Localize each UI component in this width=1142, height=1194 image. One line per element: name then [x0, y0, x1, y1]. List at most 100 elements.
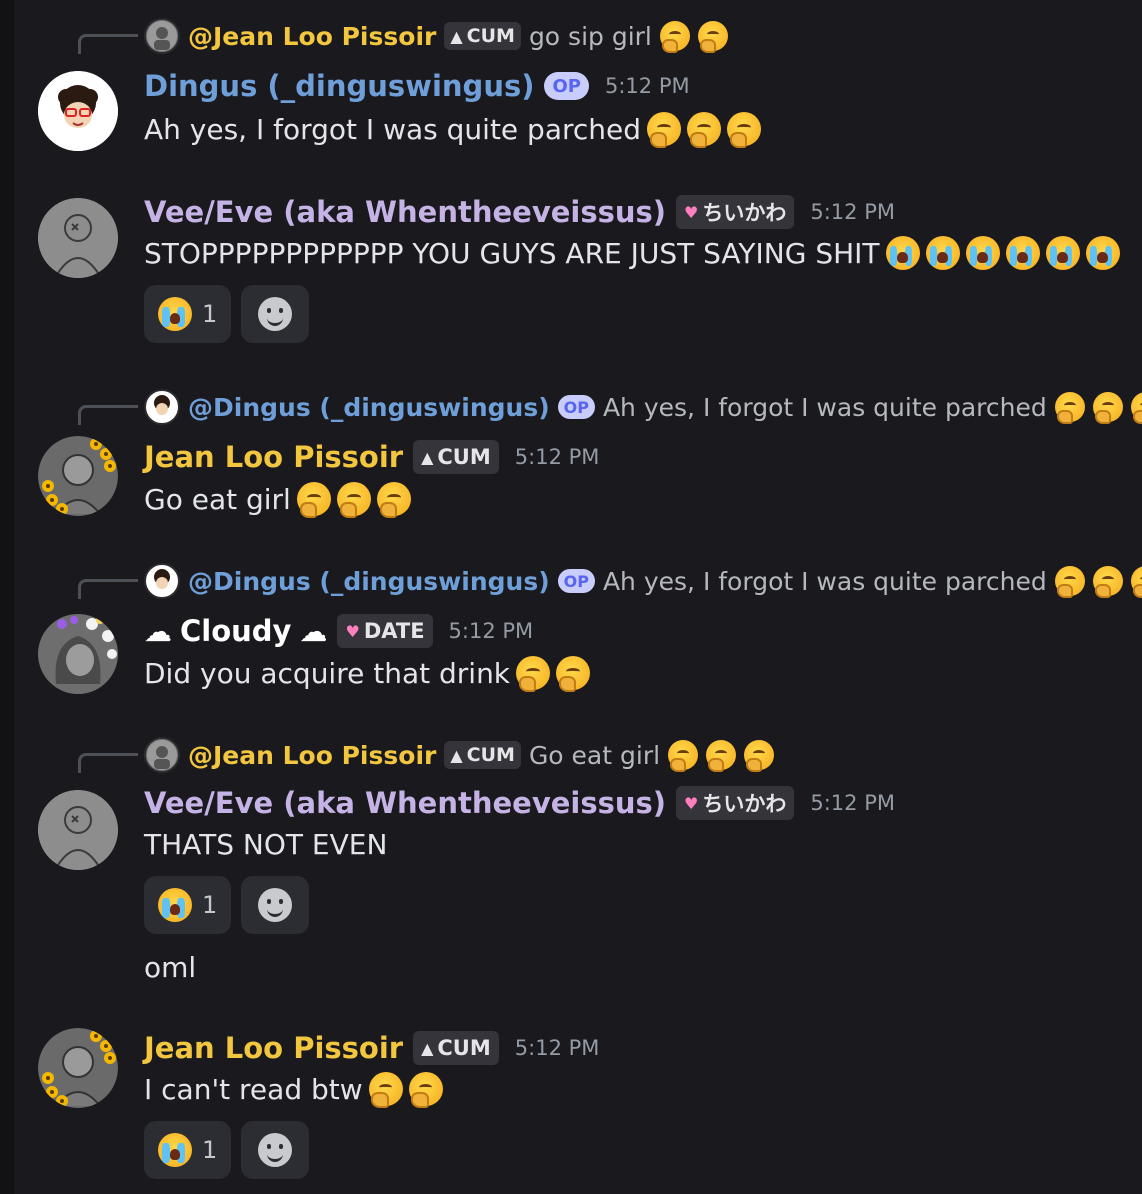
add-reaction-button[interactable]: [241, 1121, 310, 1179]
reply-connector: [78, 405, 138, 425]
cry-reaction[interactable]: 1: [144, 1121, 232, 1179]
reply-preview[interactable]: @Jean Loo Pissoir ▲ CUM go sip girl: [144, 16, 728, 56]
cum-tag: ▲ CUM: [444, 741, 521, 769]
channel-sidebar-edge: [0, 0, 14, 1194]
message-text: THATS NOT EVEN: [144, 827, 388, 861]
timestamp[interactable]: 5:12 PM: [515, 1036, 600, 1060]
cloud-emoji: ☁: [299, 614, 328, 648]
add-reaction-button[interactable]: [241, 285, 310, 343]
jean-mini-avatar: [144, 18, 180, 54]
message-text: Did you acquire that drink: [144, 656, 511, 690]
thinking-face-emoji: [1092, 392, 1123, 424]
thinking-face-emoji: [516, 656, 551, 692]
author-name[interactable]: Jean Loo Pissoir: [144, 1031, 403, 1065]
loudly-crying-face-emoji: [158, 888, 192, 922]
thinking-face-emoji: [727, 112, 762, 148]
author-name[interactable]: Vee/Eve (aka Whentheeveissus): [144, 786, 666, 820]
timestamp[interactable]: 5:12 PM: [810, 200, 895, 224]
loudly-crying-face-emoji: [1045, 236, 1080, 270]
timestamp[interactable]: 5:12 PM: [605, 74, 690, 98]
timestamp[interactable]: 5:12 PM: [810, 791, 895, 815]
reply-connector: [78, 579, 138, 599]
thinking-face-emoji: [647, 112, 682, 148]
chiikawa-tag: ♥ ちいかわ: [676, 195, 795, 229]
loudly-crying-face-emoji: [1085, 236, 1120, 270]
dingus-mini-avatar: [144, 389, 180, 425]
op-badge: OP: [557, 395, 595, 419]
vee-avatar[interactable]: [38, 198, 118, 278]
message-header: ☁ Cloudy ☁ ♥ DATE 5:12 PM: [144, 611, 533, 651]
loudly-crying-face-emoji: [925, 236, 960, 270]
message-content: Ah yes, I forgot I was quite parched: [144, 108, 762, 150]
thinking-face-emoji: [296, 482, 331, 518]
message-header: Vee/Eve (aka Whentheeveissus) ♥ ちいかわ 5:12…: [144, 192, 895, 232]
message-content: THATS NOT EVEN: [144, 823, 387, 865]
onigiri-icon: ▲: [421, 1038, 434, 1058]
author-name[interactable]: Jean Loo Pissoir: [144, 440, 403, 474]
thinking-face-emoji: [1130, 566, 1142, 598]
add-reaction-icon: [258, 1133, 293, 1167]
cry-reaction[interactable]: 1: [144, 876, 232, 934]
author-name[interactable]: Dingus (_dinguswingus): [144, 69, 534, 103]
add-reaction-button[interactable]: [241, 876, 310, 934]
onigiri-icon: ▲: [421, 447, 434, 467]
pink-heart-icon: ♥: [345, 621, 360, 641]
reply-preview[interactable]: @Dingus (_dinguswingus) OP Ah yes, I for…: [144, 387, 1142, 427]
add-reaction-icon: [258, 888, 293, 922]
cum-tag: ▲ CUM: [444, 22, 521, 50]
thinking-face-emoji: [659, 21, 690, 53]
loudly-crying-face-emoji: [885, 236, 920, 270]
message-header: Jean Loo Pissoir ▲ CUM 5:12 PM: [144, 1028, 599, 1068]
reply-mention[interactable]: @Jean Loo Pissoir: [188, 22, 436, 51]
jean-avatar[interactable]: [38, 1028, 118, 1108]
cum-tag: ▲ CUM: [413, 1031, 499, 1065]
thinking-face-emoji: [368, 1072, 403, 1108]
thinking-face-emoji: [744, 740, 775, 772]
vee-avatar[interactable]: [38, 790, 118, 870]
timestamp[interactable]: 5:12 PM: [515, 445, 600, 469]
dingus-avatar[interactable]: [38, 71, 118, 151]
loudly-crying-face-emoji: [1005, 236, 1040, 270]
op-badge: OP: [544, 72, 589, 100]
thinking-face-emoji: [556, 656, 591, 692]
add-reaction-icon: [258, 297, 293, 331]
reaction-bar: 1: [144, 1121, 310, 1179]
thinking-face-emoji: [706, 740, 737, 772]
reply-connector: [78, 753, 138, 773]
message-content: I can't read btw: [144, 1068, 443, 1110]
reply-mention[interactable]: @Dingus (_dinguswingus): [188, 393, 550, 422]
chiikawa-tag: ♥ ちいかわ: [676, 786, 795, 820]
thinking-face-emoji: [1054, 566, 1085, 598]
message-content: Did you acquire that drink: [144, 652, 591, 694]
reply-mention[interactable]: @Dingus (_dinguswingus): [188, 567, 550, 596]
thinking-face-emoji: [408, 1072, 443, 1108]
message-text: STOPPPPPPPPPPPP YOU GUYS ARE JUST SAYING…: [144, 236, 880, 270]
reaction-count: 1: [202, 300, 218, 328]
loudly-crying-face-emoji: [158, 297, 192, 331]
cloudy-avatar[interactable]: [38, 614, 118, 694]
reply-preview[interactable]: @Jean Loo Pissoir ▲ CUM Go eat girl: [144, 735, 775, 775]
jean-avatar[interactable]: [38, 436, 118, 516]
loudly-crying-face-emoji: [965, 236, 1000, 270]
cry-reaction[interactable]: 1: [144, 285, 232, 343]
author-name[interactable]: Vee/Eve (aka Whentheeveissus): [144, 195, 666, 229]
reply-preview[interactable]: @Dingus (_dinguswingus) OP Ah yes, I for…: [144, 561, 1142, 601]
timestamp[interactable]: 5:12 PM: [449, 619, 534, 643]
loudly-crying-face-emoji: [158, 1133, 192, 1167]
reply-mention[interactable]: @Jean Loo Pissoir: [188, 741, 436, 770]
reply-text: go sip girl: [528, 21, 652, 51]
cloud-emoji: ☁: [144, 614, 172, 648]
author-name-wrapper[interactable]: ☁ Cloudy ☁: [144, 614, 327, 648]
date-tag: ♥ DATE: [337, 614, 433, 648]
thinking-face-emoji: [687, 112, 722, 148]
reply-text: Ah yes, I forgot I was quite parched: [602, 566, 1047, 596]
reply-text: Go eat girl: [528, 740, 661, 770]
thinking-face-emoji: [376, 482, 411, 518]
message-content: STOPPPPPPPPPPPP YOU GUYS ARE JUST SAYING…: [144, 232, 1120, 274]
message-header: Vee/Eve (aka Whentheeveissus) ♥ ちいかわ 5:12…: [144, 783, 895, 823]
message-text: Ah yes, I forgot I was quite parched: [144, 112, 642, 146]
followup-message: oml: [144, 946, 196, 988]
reaction-count: 1: [202, 1136, 218, 1164]
onigiri-icon: ▲: [450, 745, 463, 765]
thinking-face-emoji: [1092, 566, 1123, 598]
